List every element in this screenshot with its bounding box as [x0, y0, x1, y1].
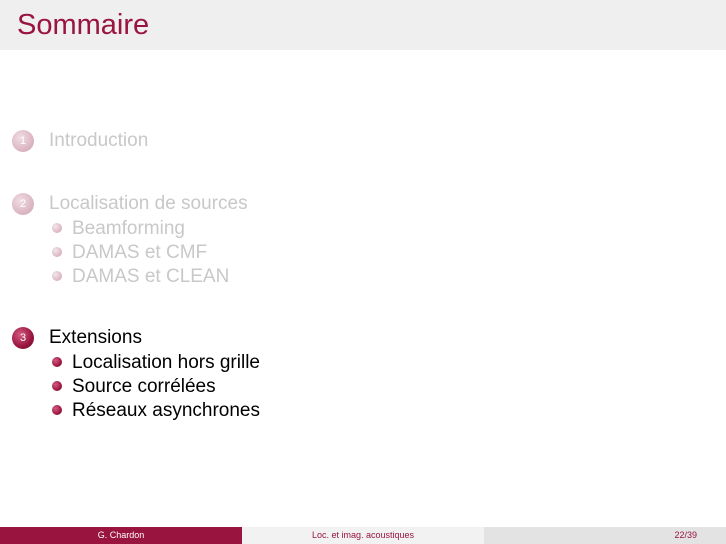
ball-bullet-icon	[52, 405, 62, 415]
toc-section-title[interactable]: Localisation de sources	[49, 193, 248, 215]
toc-section-title[interactable]: Extensions	[49, 327, 142, 349]
footer-page-number: 22/39	[484, 527, 726, 544]
footline: G. Chardon Loc. et imag. acoustiques 22/…	[0, 527, 726, 544]
footer-short-title: Loc. et imag. acoustiques	[242, 527, 484, 544]
toc-subsection-label[interactable]: DAMAS et CLEAN	[72, 266, 229, 288]
section-number-ball: 2	[12, 193, 34, 215]
frame-title: Sommaire	[17, 9, 150, 41]
toc-section-title[interactable]: Introduction	[49, 130, 148, 152]
toc-subsection-label[interactable]: DAMAS et CMF	[72, 242, 207, 264]
section-number-ball: 1	[12, 130, 34, 152]
section-number-ball: 3	[12, 327, 34, 349]
page-number-text: 22/39	[674, 530, 697, 540]
toc-subsection-label[interactable]: Beamforming	[72, 218, 185, 240]
ball-bullet-icon	[52, 357, 62, 367]
toc-subsection-label[interactable]: Localisation hors grille	[72, 352, 260, 374]
toc-subsection-label[interactable]: Source corrélées	[72, 376, 216, 398]
ball-bullet-icon	[52, 381, 62, 391]
toc-subsection-label[interactable]: Réseaux asynchrones	[72, 400, 260, 422]
frame-title-bar: Sommaire	[0, 0, 726, 50]
ball-bullet-icon	[52, 271, 62, 281]
footer-author: G. Chardon	[0, 527, 242, 544]
ball-bullet-icon	[52, 247, 62, 257]
ball-bullet-icon	[52, 223, 62, 233]
